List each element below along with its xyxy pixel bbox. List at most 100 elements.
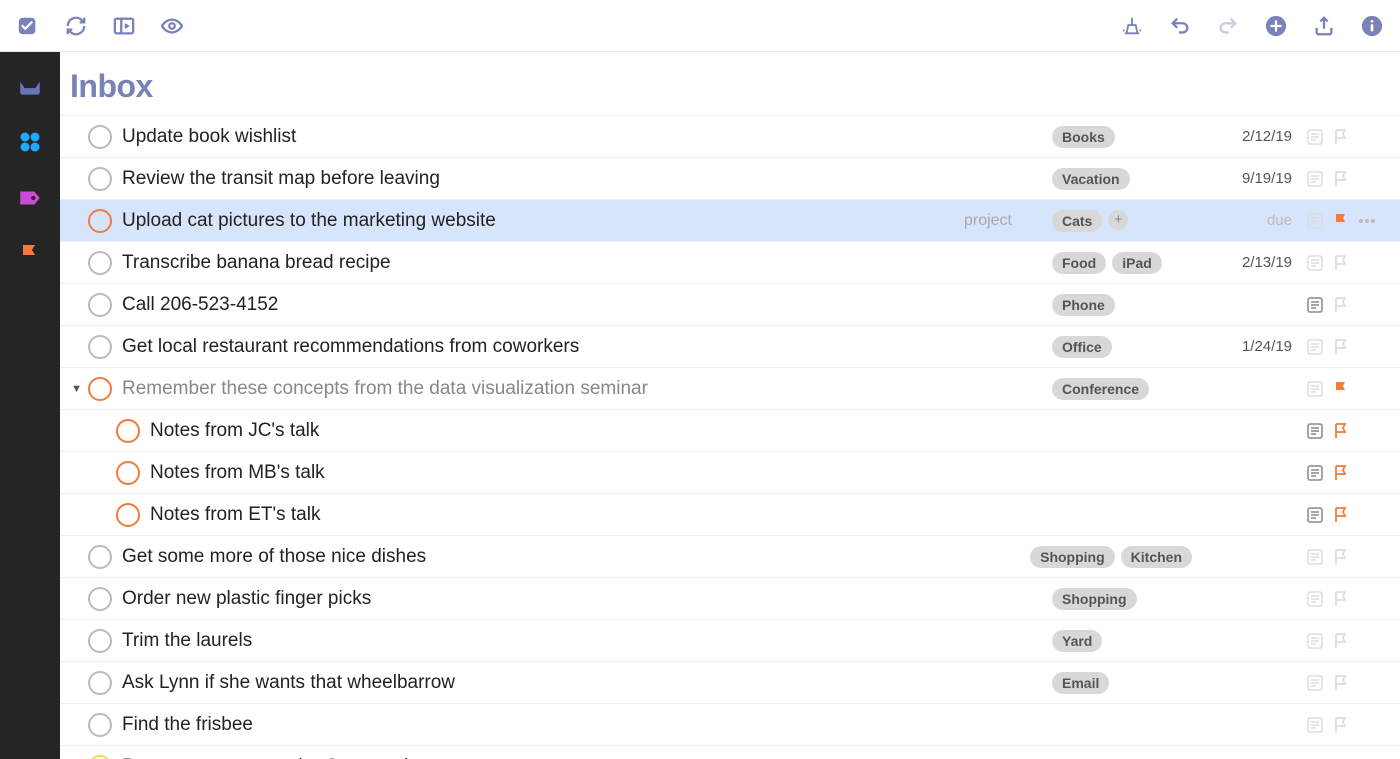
- note-icon[interactable]: [1302, 507, 1328, 523]
- eye-icon[interactable]: [160, 14, 184, 38]
- flag-icon[interactable]: [1328, 633, 1354, 649]
- tag-pill[interactable]: Office: [1052, 336, 1112, 358]
- note-icon[interactable]: [1302, 633, 1328, 649]
- note-icon[interactable]: [1302, 591, 1328, 607]
- task-row[interactable]: Review the transit map before leavingVac…: [60, 157, 1400, 199]
- note-icon[interactable]: [1302, 549, 1328, 565]
- sidebar-toggle-icon[interactable]: [112, 14, 136, 38]
- status-circle[interactable]: [88, 293, 112, 317]
- share-icon[interactable]: [1312, 14, 1336, 38]
- note-icon[interactable]: [1302, 213, 1328, 229]
- task-row[interactable]: Call 206-523-4152 Phone: [60, 283, 1400, 325]
- disclosure-icon[interactable]: ▼: [60, 383, 88, 395]
- more-icon[interactable]: [1354, 218, 1380, 224]
- status-circle[interactable]: [88, 671, 112, 695]
- tag-pill[interactable]: Books: [1052, 126, 1115, 148]
- sync-icon[interactable]: [64, 14, 88, 38]
- flag-icon[interactable]: [1328, 213, 1354, 229]
- task-row[interactable]: ▼Remember these concepts from the data v…: [60, 367, 1400, 409]
- flag-icon[interactable]: [1328, 423, 1354, 439]
- status-circle[interactable]: [116, 419, 140, 443]
- note-icon[interactable]: [1302, 339, 1328, 355]
- tag-pill[interactable]: Cats: [1052, 210, 1102, 232]
- flag-icon[interactable]: [1328, 297, 1354, 313]
- flag-icon[interactable]: [1328, 465, 1354, 481]
- cleanup-icon[interactable]: [1120, 14, 1144, 38]
- tag-pill[interactable]: Phone: [1052, 294, 1115, 316]
- tag-pill[interactable]: Kitchen: [1121, 546, 1192, 568]
- task-title: Call 206-523-4152: [122, 294, 278, 316]
- task-row[interactable]: Put more money on the Orca card1/10/19: [60, 745, 1400, 759]
- flagged-icon[interactable]: [16, 240, 44, 268]
- undo-icon[interactable]: [1168, 14, 1192, 38]
- note-icon[interactable]: [1302, 423, 1328, 439]
- task-row[interactable]: Ask Lynn if she wants that wheelbarrowEm…: [60, 661, 1400, 703]
- checkmark-icon[interactable]: [16, 14, 40, 38]
- note-icon[interactable]: [1302, 171, 1328, 187]
- task-row[interactable]: Get local restaurant recommendations fro…: [60, 325, 1400, 367]
- inbox-icon[interactable]: [16, 72, 44, 100]
- status-circle[interactable]: [88, 377, 112, 401]
- note-icon[interactable]: [1302, 255, 1328, 271]
- due-date[interactable]: 2/13/19: [1222, 254, 1292, 271]
- due-date[interactable]: due: [1222, 212, 1292, 229]
- redo-icon[interactable]: [1216, 14, 1240, 38]
- note-icon[interactable]: [1302, 675, 1328, 691]
- tag-pill[interactable]: Yard: [1052, 630, 1102, 652]
- task-row[interactable]: Notes from MB's talk: [60, 451, 1400, 493]
- tag-pill[interactable]: Conference: [1052, 378, 1149, 400]
- tags-icon[interactable]: [16, 184, 44, 212]
- note-icon[interactable]: [1302, 297, 1328, 313]
- task-row[interactable]: Transcribe banana bread recipeFoodiPad2/…: [60, 241, 1400, 283]
- task-title: Upload cat pictures to the marketing web…: [122, 210, 496, 232]
- due-date[interactable]: 9/19/19: [1222, 170, 1292, 187]
- tag-pill[interactable]: Email: [1052, 672, 1109, 694]
- task-row[interactable]: Trim the laurelsYard: [60, 619, 1400, 661]
- flag-icon[interactable]: [1328, 507, 1354, 523]
- flag-icon[interactable]: [1328, 381, 1354, 397]
- tag-pill[interactable]: iPad: [1112, 252, 1162, 274]
- due-date[interactable]: 2/12/19: [1222, 128, 1292, 145]
- add-tag-button[interactable]: +: [1108, 210, 1128, 230]
- status-circle[interactable]: [88, 251, 112, 275]
- status-circle[interactable]: [88, 167, 112, 191]
- status-circle[interactable]: [88, 209, 112, 233]
- note-icon[interactable]: [1302, 129, 1328, 145]
- status-circle[interactable]: [88, 755, 112, 759]
- project-label[interactable]: project: [964, 212, 1012, 230]
- tag-pill[interactable]: Shopping: [1052, 588, 1137, 610]
- note-icon[interactable]: [1302, 717, 1328, 733]
- projects-icon[interactable]: [16, 128, 44, 156]
- note-icon[interactable]: [1302, 381, 1328, 397]
- add-icon[interactable]: [1264, 14, 1288, 38]
- flag-icon[interactable]: [1328, 129, 1354, 145]
- tag-pill[interactable]: Shopping: [1030, 546, 1115, 568]
- info-icon[interactable]: [1360, 14, 1384, 38]
- flag-icon[interactable]: [1328, 255, 1354, 271]
- status-circle[interactable]: [88, 335, 112, 359]
- due-date[interactable]: 1/24/19: [1222, 338, 1292, 355]
- status-circle[interactable]: [88, 629, 112, 653]
- flag-icon[interactable]: [1328, 675, 1354, 691]
- status-circle[interactable]: [88, 125, 112, 149]
- flag-icon[interactable]: [1328, 591, 1354, 607]
- task-row[interactable]: Get some more of those nice dishesShoppi…: [60, 535, 1400, 577]
- status-circle[interactable]: [116, 503, 140, 527]
- tag-pill[interactable]: Food: [1052, 252, 1106, 274]
- status-circle[interactable]: [88, 713, 112, 737]
- flag-icon[interactable]: [1328, 549, 1354, 565]
- flag-icon[interactable]: [1328, 717, 1354, 733]
- note-icon[interactable]: [1302, 465, 1328, 481]
- task-row[interactable]: Order new plastic finger picksShopping: [60, 577, 1400, 619]
- tag-pill[interactable]: Vacation: [1052, 168, 1130, 190]
- task-row[interactable]: Notes from ET's talk: [60, 493, 1400, 535]
- status-circle[interactable]: [88, 587, 112, 611]
- status-circle[interactable]: [116, 461, 140, 485]
- task-row[interactable]: Update book wishlistBooks2/12/19: [60, 115, 1400, 157]
- status-circle[interactable]: [88, 545, 112, 569]
- task-row[interactable]: Upload cat pictures to the marketing web…: [60, 199, 1400, 241]
- flag-icon[interactable]: [1328, 171, 1354, 187]
- task-row[interactable]: Find the frisbee: [60, 703, 1400, 745]
- flag-icon[interactable]: [1328, 339, 1354, 355]
- task-row[interactable]: Notes from JC's talk: [60, 409, 1400, 451]
